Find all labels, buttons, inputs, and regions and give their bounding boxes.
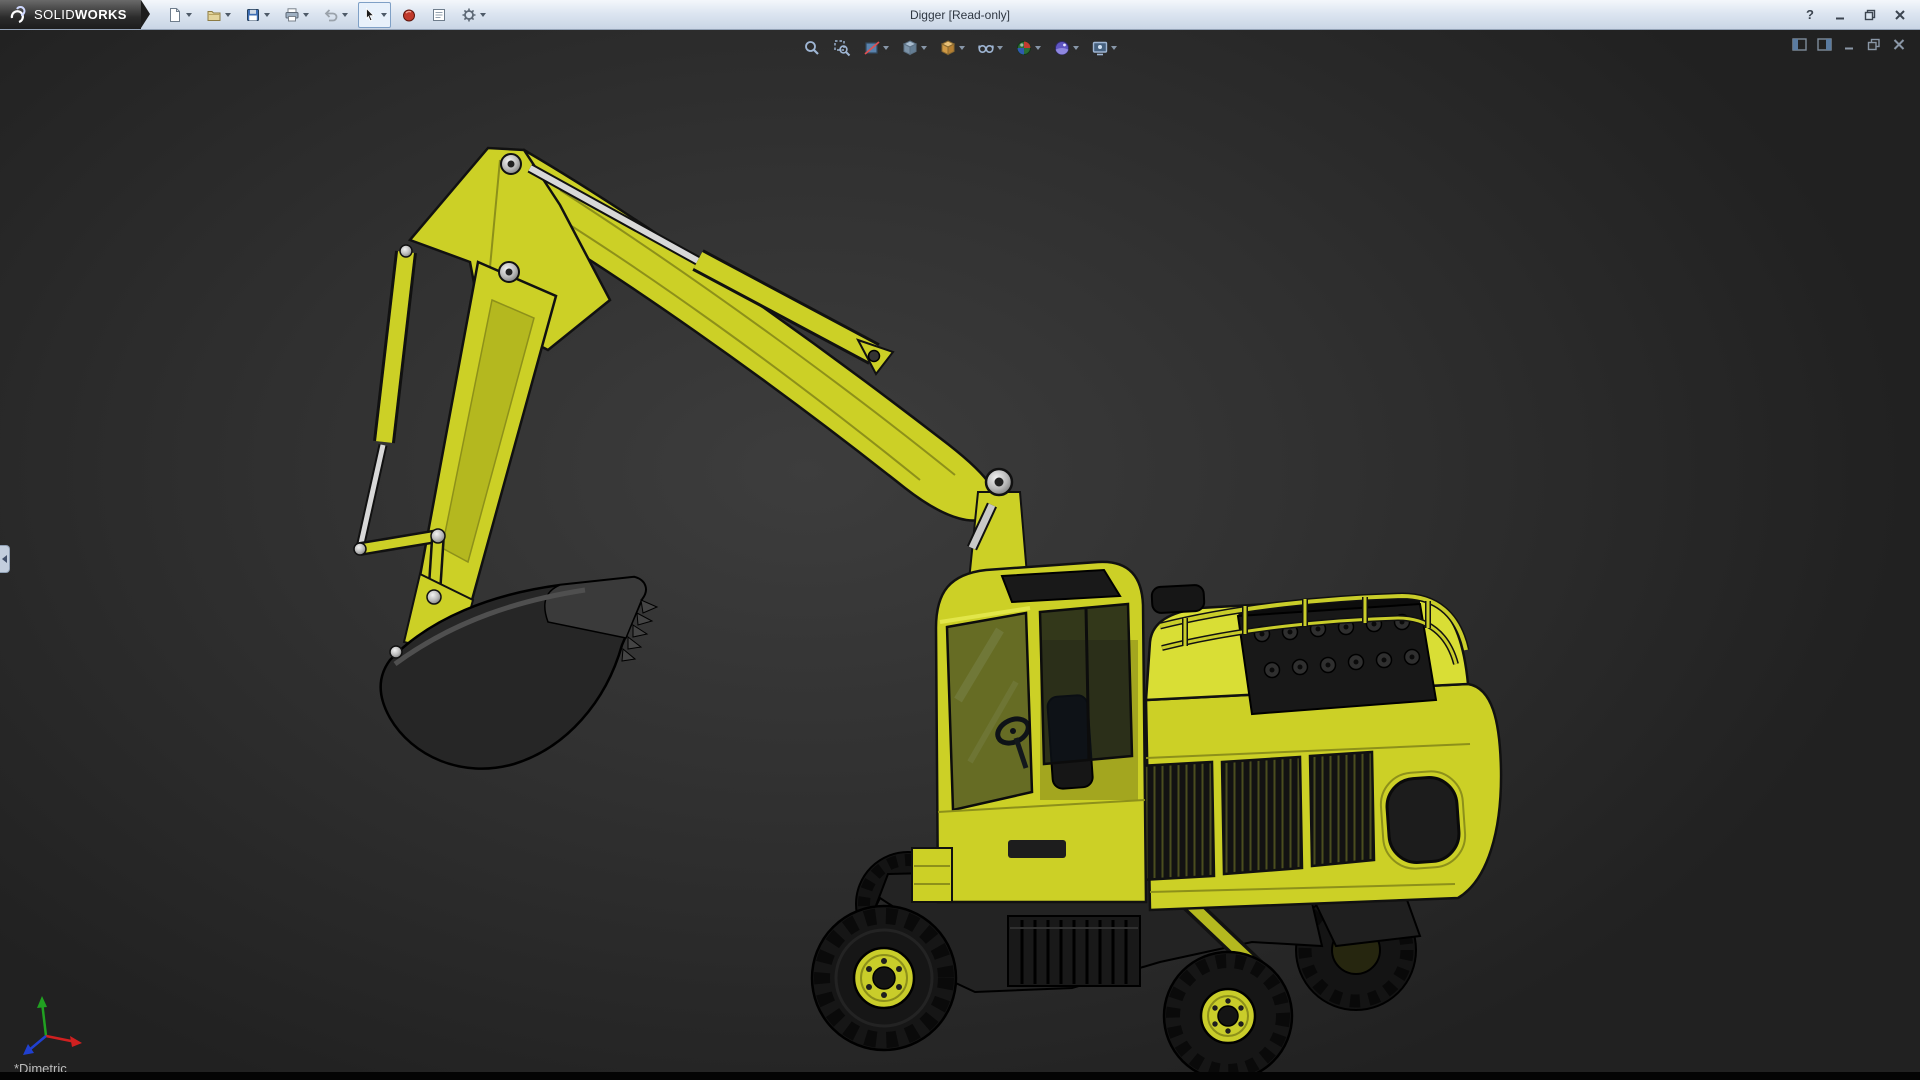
dropdown-caret-icon (921, 46, 927, 50)
scene-button[interactable] (1049, 35, 1083, 61)
print-icon (285, 7, 299, 21)
undo-icon (324, 8, 338, 21)
scene-icon (1055, 41, 1069, 55)
dropdown-caret-icon (959, 46, 965, 50)
doc-restore-icon (1867, 38, 1880, 50)
front-left-wheel[interactable] (810, 904, 958, 1052)
print-button[interactable] (280, 2, 313, 28)
cab-step (911, 847, 953, 903)
appearance-icon (402, 9, 415, 21)
pane-right-button[interactable] (1815, 35, 1833, 53)
new-document-icon (169, 7, 180, 22)
app-name-works: WORKS (75, 6, 127, 22)
hide-show-items-button[interactable] (973, 35, 1007, 61)
pane-left-button[interactable] (1790, 35, 1808, 53)
drawing-sheet-button[interactable] (427, 2, 451, 28)
dropdown-caret-icon (185, 12, 192, 17)
view-orientation-icon (902, 40, 918, 56)
dropdown-caret-icon (1035, 46, 1041, 50)
section-view-icon (864, 41, 880, 55)
boom-assembly[interactable] (353, 146, 1032, 611)
drawing-sheet-icon (432, 8, 445, 21)
view-orientation-button[interactable] (897, 35, 931, 61)
cab-vent (1008, 840, 1066, 858)
rear-panel-window (1385, 776, 1461, 864)
front-right-wheel[interactable] (1162, 950, 1294, 1080)
bucket[interactable] (379, 572, 659, 770)
triad-z-axis (23, 1044, 34, 1055)
help-button[interactable]: ? (1800, 5, 1820, 25)
doc-restore-button[interactable] (1865, 35, 1883, 53)
dropdown-caret-icon (224, 12, 231, 17)
app-name: SOLIDWORKS (34, 6, 127, 24)
headsup-view-toolbar (799, 35, 1121, 61)
triad-y-axis (37, 996, 47, 1008)
undo-button[interactable] (319, 2, 352, 28)
dassault-3ds-icon (10, 5, 26, 23)
zoom-fit-button[interactable] (799, 35, 825, 61)
panel-collapse-tab[interactable] (0, 545, 10, 573)
options-gear-icon (462, 8, 476, 21)
minimize-button[interactable] (1830, 5, 1850, 25)
document-title: Digger [Read-only] (909, 7, 1011, 22)
options-button[interactable] (457, 2, 490, 28)
dropdown-caret-icon (1111, 46, 1117, 50)
app-name-solid: SOLID (34, 6, 76, 22)
dropdown-caret-icon (263, 12, 270, 17)
graphics-viewport[interactable]: *Dimetric (0, 29, 1920, 1080)
cab[interactable] (911, 560, 1148, 904)
help-glyph: ? (1806, 7, 1814, 22)
dropdown-caret-icon (341, 12, 348, 17)
restore-icon (1864, 9, 1876, 20)
doc-close-button[interactable] (1890, 35, 1908, 53)
doc-close-icon (1893, 38, 1905, 50)
pane-right-icon (1816, 37, 1832, 51)
zoom-area-button[interactable] (829, 35, 855, 61)
window-controls: ? (1800, 5, 1920, 25)
zoom-fit-icon (805, 41, 819, 55)
dropdown-caret-icon (479, 12, 486, 17)
open-button[interactable] (202, 2, 235, 28)
logo-notch (140, 0, 150, 28)
app-logo-button[interactable]: SOLIDWORKS (0, 0, 150, 29)
doc-minimize-icon (1845, 47, 1853, 49)
dropdown-caret-icon (883, 46, 889, 50)
view-settings-icon (1092, 41, 1108, 56)
doc-minimize-button[interactable] (1840, 35, 1858, 53)
main-toolbar (141, 1, 490, 28)
select-button[interactable] (357, 1, 391, 28)
pane-left-icon (1791, 37, 1807, 51)
select-cursor-icon (365, 7, 375, 21)
close-button[interactable] (1890, 5, 1910, 25)
section-view-button[interactable] (859, 35, 893, 61)
dipper-hydraulic-cylinder[interactable] (355, 244, 417, 549)
bottom-strip (0, 1072, 1920, 1080)
open-icon (207, 10, 221, 21)
titlebar[interactable]: SOLIDWORKS Digger [Read-only] ? (0, 0, 1920, 30)
dropdown-caret-icon (1073, 46, 1079, 50)
appearance-button[interactable] (397, 2, 421, 28)
restore-button[interactable] (1860, 5, 1880, 25)
hide-show-items-icon (978, 45, 994, 54)
dropdown-caret-icon (380, 12, 387, 17)
display-style-button[interactable] (935, 35, 969, 61)
orientation-triad[interactable] (23, 996, 82, 1055)
appearance-ball-button[interactable] (1011, 35, 1045, 61)
save-icon (246, 8, 259, 21)
view-settings-button[interactable] (1087, 35, 1121, 61)
save-button[interactable] (241, 2, 274, 28)
dropdown-caret-icon (997, 46, 1003, 50)
display-style-icon (940, 40, 956, 56)
appearance-ball-icon (1017, 41, 1031, 55)
zoom-area-icon (834, 40, 851, 57)
document-window-controls (1790, 35, 1908, 53)
close-icon (1895, 9, 1905, 20)
new-document-button[interactable] (163, 2, 196, 28)
triad-x-axis (70, 1036, 82, 1047)
excavator-model[interactable] (0, 29, 1920, 1080)
minimize-icon (1836, 17, 1844, 19)
dropdown-caret-icon (302, 12, 309, 17)
engine-block (1236, 596, 1438, 716)
